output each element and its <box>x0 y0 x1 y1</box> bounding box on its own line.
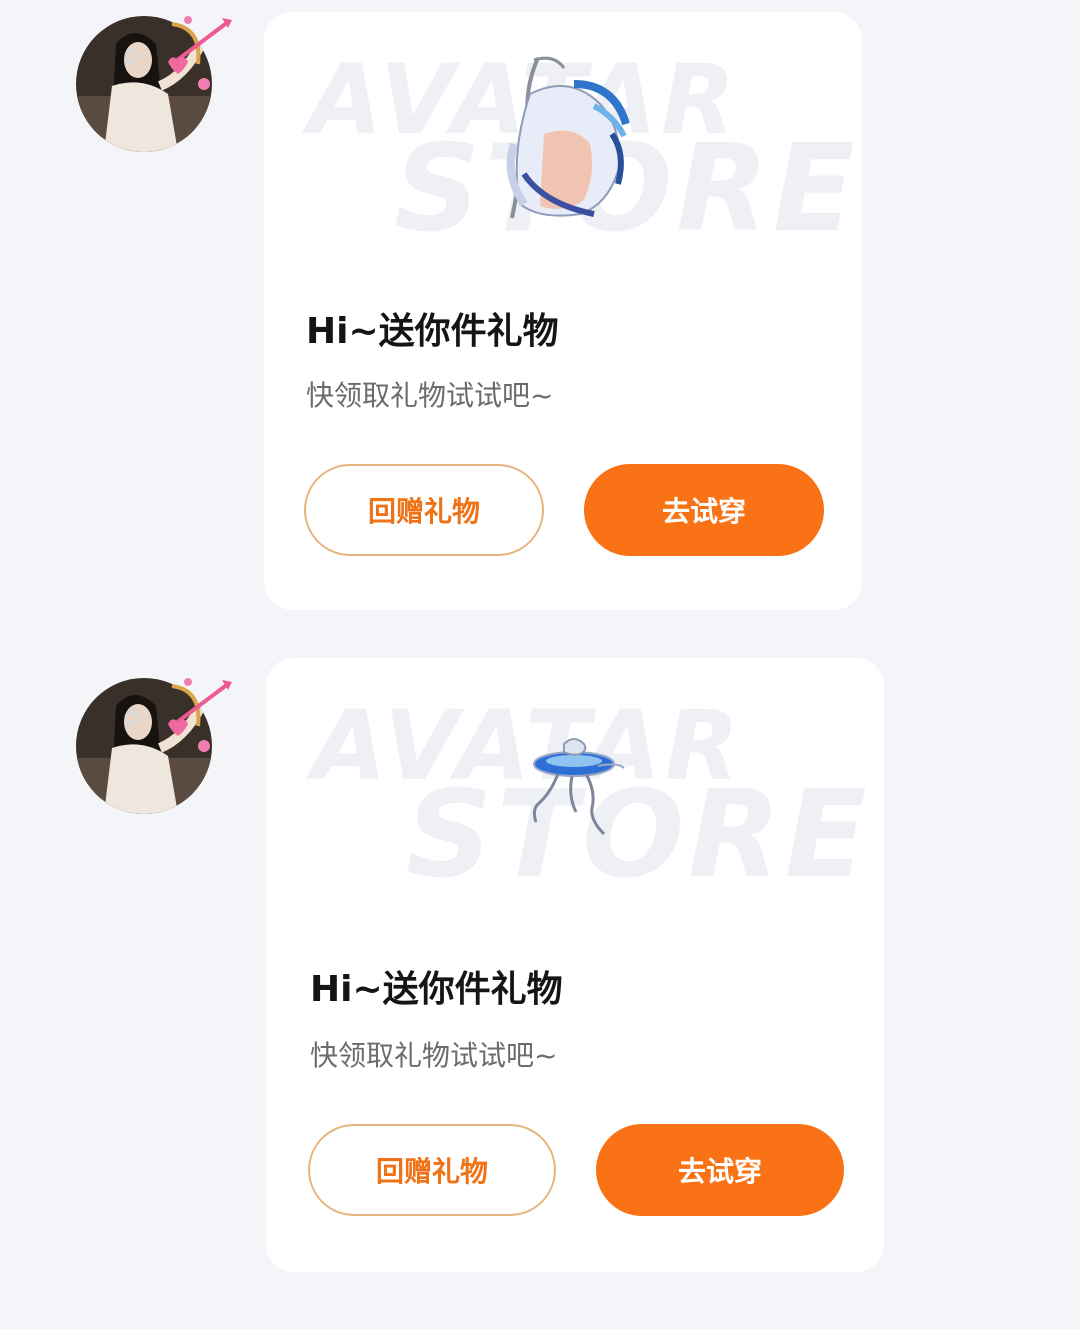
avatar-floating-jellyfish-icon <box>532 738 625 836</box>
gift-card-title: Hi~送你件礼物 <box>310 969 563 1010</box>
gift-card[interactable]: AVATAR STORE Hi~送你件礼物 快领取礼物试试吧~ 回赠礼物 去试穿 <box>266 658 884 1272</box>
sender-avatar[interactable] <box>76 16 232 152</box>
return-gift-button[interactable]: 回赠礼物 <box>304 464 544 556</box>
try-on-button[interactable]: 去试穿 <box>596 1124 844 1216</box>
gift-card-title: Hi~送你件礼物 <box>306 311 559 352</box>
sender-avatar[interactable] <box>76 678 232 814</box>
gift-card-subtitle: 快领取礼物试试吧~ <box>306 379 554 412</box>
watermark-text: STORE <box>406 766 871 905</box>
avatar-image-icon <box>76 678 232 814</box>
gift-preview: AVATAR STORE <box>266 658 884 918</box>
avatar-image-icon <box>76 16 232 152</box>
return-gift-button[interactable]: 回赠礼物 <box>308 1124 556 1216</box>
gift-preview: AVATAR STORE <box>264 12 862 272</box>
gift-card-subtitle: 快领取礼物试试吧~ <box>310 1039 558 1072</box>
gift-card[interactable]: AVATAR STORE Hi~送你件礼物 快领取礼物试试吧~ 回赠礼物 去试穿 <box>264 12 862 610</box>
try-on-button[interactable]: 去试穿 <box>584 464 824 556</box>
avatar-hair-accessory-icon <box>506 56 630 219</box>
